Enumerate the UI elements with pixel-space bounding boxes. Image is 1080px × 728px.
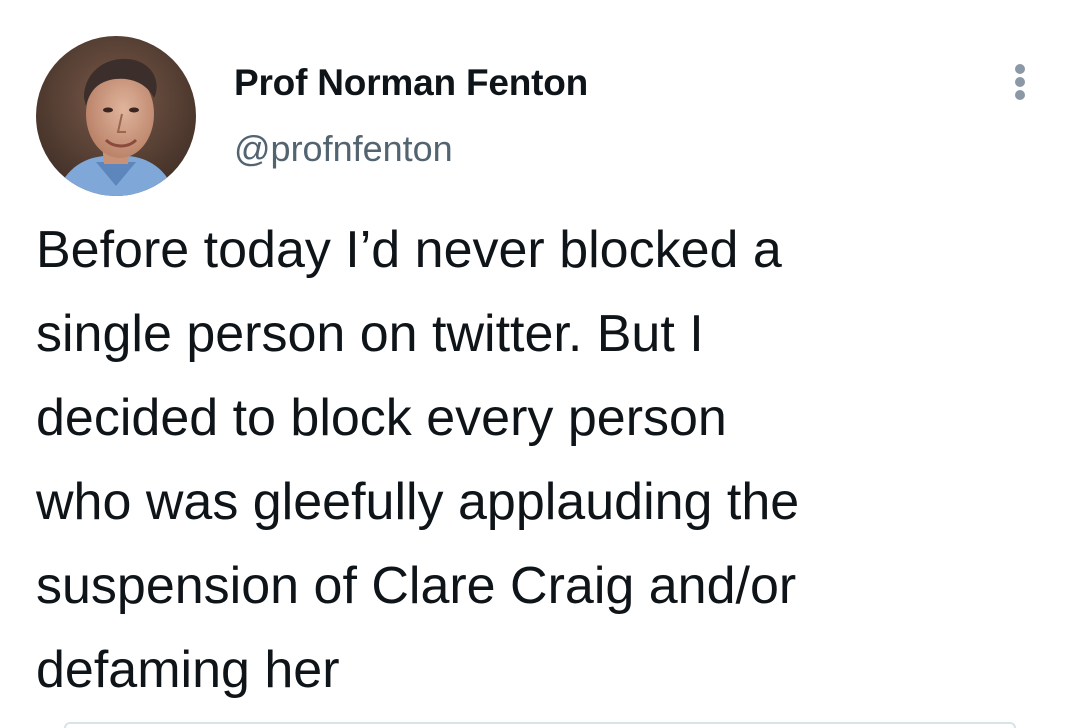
- tweet-text-line: single person on twitter. But I: [36, 305, 704, 363]
- dot-icon: [1015, 64, 1025, 74]
- profile-photo: [36, 36, 196, 196]
- more-options-icon[interactable]: [1004, 62, 1036, 102]
- embedded-card-edge: [64, 722, 1016, 728]
- tweet-text-line: defaming her: [36, 641, 340, 699]
- author-handle[interactable]: @profnfenton: [234, 128, 453, 170]
- avatar[interactable]: [36, 36, 196, 196]
- tweet-text-line: decided to block every person: [36, 389, 727, 447]
- dot-icon: [1015, 77, 1025, 87]
- tweet: Prof Norman Fenton @profnfenton Before t…: [0, 0, 1080, 728]
- dot-icon: [1015, 90, 1025, 100]
- tweet-text-line: who was gleefully applauding the: [36, 473, 800, 531]
- tweet-text-line: suspension of Clare Craig and/or: [36, 557, 797, 615]
- tweet-text-line: Before today I’d never blocked a: [36, 221, 782, 279]
- author-display-name[interactable]: Prof Norman Fenton: [234, 62, 588, 104]
- tweet-text: Before today I’d never blocked a single …: [36, 208, 1046, 712]
